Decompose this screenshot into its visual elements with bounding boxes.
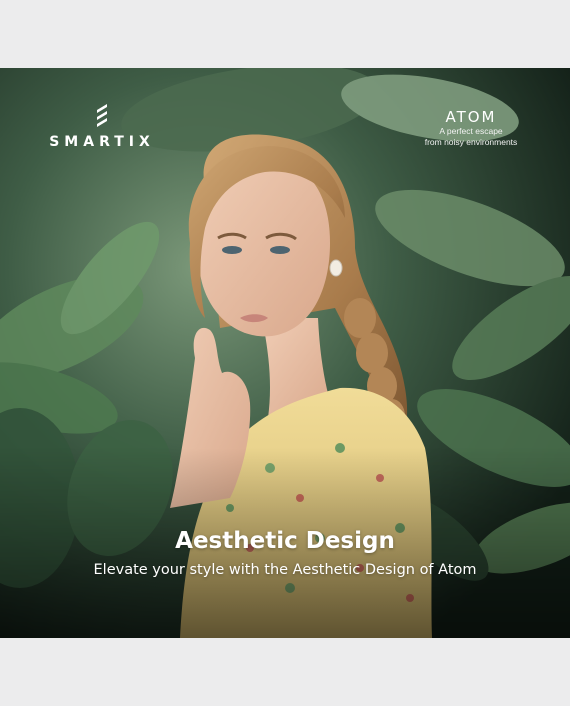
product-tagline-line2: from noisy environments — [424, 137, 518, 147]
brand-wordmark: SMARTIX — [49, 134, 155, 150]
stacked-slash-mark-icon — [97, 104, 107, 127]
page: SMARTIX ATOM A perfect escape from noisy… — [0, 0, 570, 706]
product-tagline-line1: A perfect escape — [439, 126, 503, 136]
caption-subline: Elevate your style with the Aesthetic De… — [93, 562, 477, 578]
product-banner: SMARTIX ATOM A perfect escape from noisy… — [0, 68, 570, 638]
product-badge: ATOM A perfect escape from noisy environ… — [416, 108, 526, 148]
banner-caption: Aesthetic Design Elevate your style with… — [0, 526, 570, 582]
brand-logo: SMARTIX — [40, 104, 164, 150]
caption-headline: Aesthetic Design — [175, 528, 395, 554]
product-name: ATOM — [445, 108, 497, 126]
